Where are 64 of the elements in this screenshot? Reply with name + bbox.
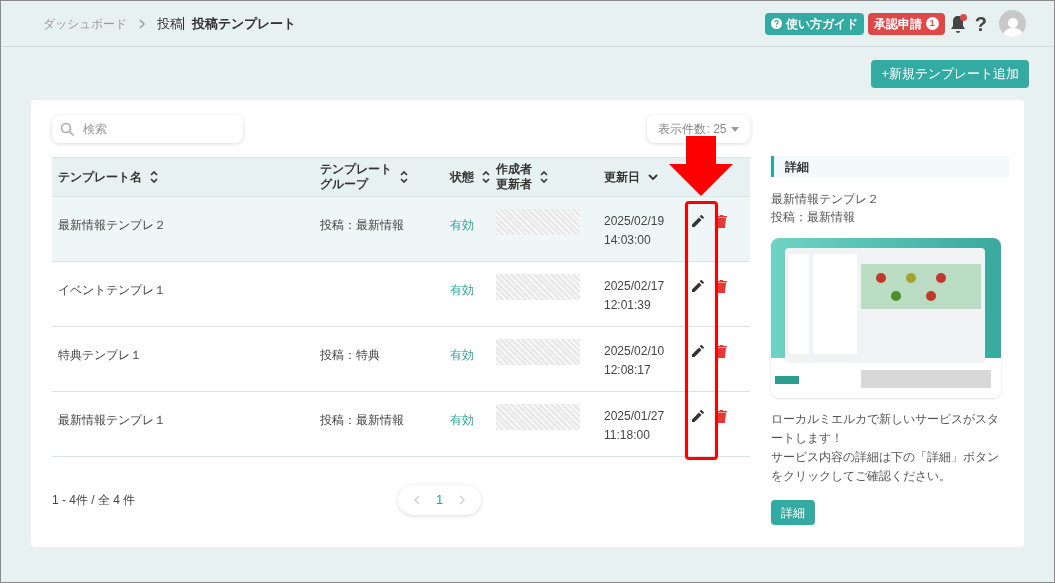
table-cell: 特典テンプレ１ [58, 348, 142, 362]
sort-icon[interactable] [400, 171, 408, 183]
column-header: テンプレート名 [58, 169, 142, 185]
approval-button[interactable]: 承認申請 1 [867, 12, 945, 35]
sort-icon[interactable] [540, 171, 548, 183]
table-cell: 最新情報テンプレ２ [58, 218, 166, 232]
chevron-icon [139, 18, 145, 29]
sort-icon[interactable] [482, 171, 490, 183]
search-icon [60, 121, 75, 137]
table-cell-text: 2025/02/10 [604, 343, 666, 360]
page-title: 投稿テンプレート [192, 14, 296, 33]
pencil-icon[interactable] [692, 280, 704, 292]
table-cell-text: 2025/02/19 [604, 213, 666, 230]
add-template-button[interactable]: +新規テンプレート追加 [871, 60, 1029, 88]
column-header: 状態 [450, 169, 474, 185]
table-row[interactable]: 最新情報テンプレ２ 投稿：最新情報 有効 2025/02/19 14:03:00 [52, 197, 750, 262]
trash-icon[interactable] [716, 215, 727, 228]
count-badge: 1 [925, 17, 939, 30]
pencil-icon[interactable] [692, 410, 704, 422]
page-button[interactable]: 1 [436, 490, 444, 510]
column-header: 更新者 [496, 177, 532, 192]
detail-description: サービス内容の詳細は下の「詳細」ボタンをクリックしてご確認ください。 [771, 449, 1000, 485]
table-cell-text: 12:08:17 [604, 362, 652, 379]
table-cell-text: 14:03:00 [604, 232, 652, 249]
trash-icon[interactable] [716, 345, 727, 358]
help-icon [770, 18, 782, 29]
table-cell: 投稿：特典 [320, 348, 380, 362]
annotation-arrow [669, 136, 733, 196]
help-button[interactable]: ? [974, 8, 987, 39]
detail-name: 最新情報テンプレ２ [771, 191, 880, 208]
detail-heading: 詳細 [771, 156, 1009, 177]
result-count: 1 - 4件 / 全 4 件 [52, 492, 137, 509]
page-size-dropdown[interactable]: 表示件数: 25 [647, 115, 750, 143]
trash-icon[interactable] [716, 280, 727, 293]
pencil-icon[interactable] [692, 215, 704, 227]
column-header: テンプレート [320, 162, 392, 177]
status-text: 有効 [450, 348, 474, 362]
pencil-icon[interactable] [692, 345, 704, 357]
detail-description: ローカルミエルカで新しいサービスがスタートします！ [771, 411, 1000, 447]
trash-icon[interactable] [716, 410, 727, 423]
table-cell-text: 2025/02/17 [604, 278, 666, 295]
detail-button[interactable]: 詳細 [771, 500, 815, 525]
table-cell-text: 11:18:00 [604, 427, 651, 444]
table-cell: イベントテンプレ１ [58, 283, 166, 297]
caret-icon [730, 126, 739, 132]
search-field[interactable]: 検索 [83, 120, 223, 138]
sort-down-icon[interactable] [648, 173, 658, 181]
bell-icon[interactable] [948, 13, 967, 34]
table-cell: 最新情報テンプレ１ [58, 413, 166, 427]
sort-icon[interactable] [150, 171, 158, 183]
table-cell-text: 12:01:39 [604, 297, 652, 314]
status-text: 有効 [450, 218, 474, 232]
status-text: 有効 [450, 413, 474, 427]
guide-button[interactable]: 使い方ガイド [764, 12, 864, 35]
status-text: 有効 [450, 283, 474, 297]
breadcrumb-link[interactable]: ダッシュボード [43, 14, 127, 33]
table-cell: 投稿：最新情報 [320, 413, 404, 427]
table-cell-text: 2025/01/27 [604, 408, 666, 425]
column-header: 更新日 [604, 169, 640, 185]
table-cell: 投稿：最新情報 [320, 218, 404, 232]
column-header: 作成者 [496, 162, 532, 177]
breadcrumb-parent: 投稿 [157, 14, 183, 33]
column-header: グループ [320, 177, 370, 192]
detail-group: 投稿：最新情報 [771, 208, 1009, 226]
